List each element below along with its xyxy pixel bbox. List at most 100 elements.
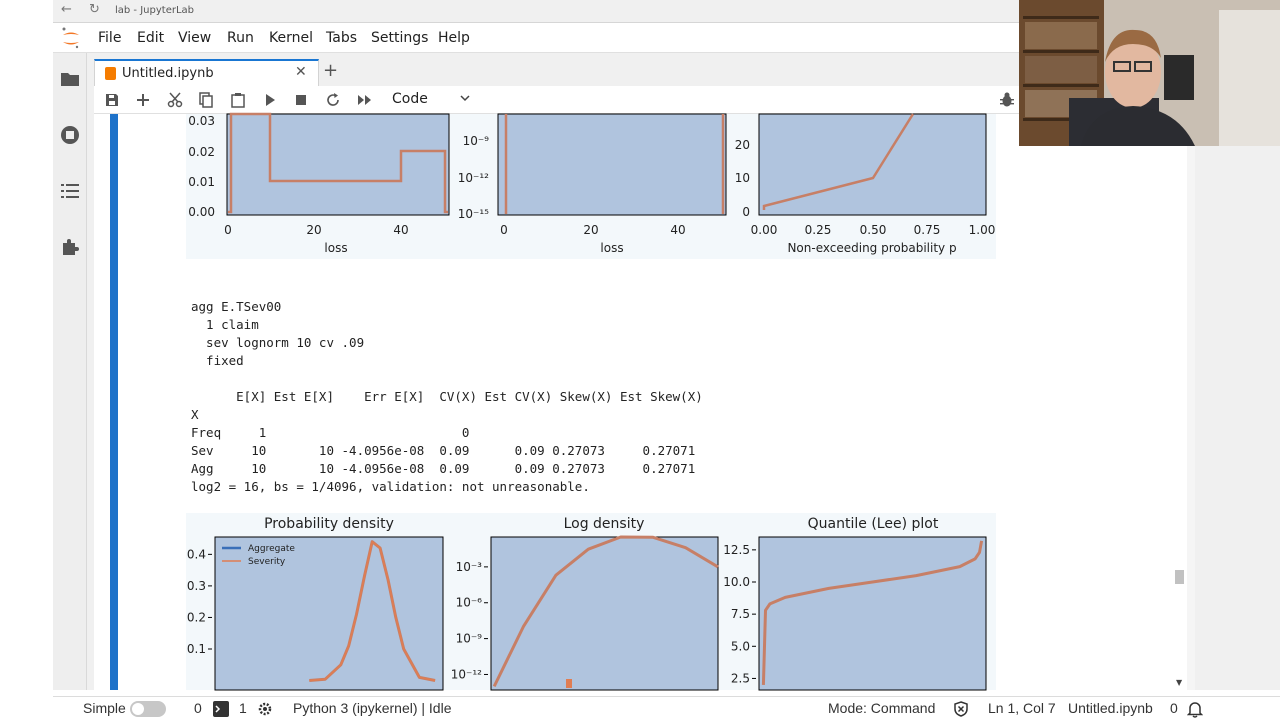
menu-settings[interactable]: Settings	[371, 30, 428, 46]
output-line: sev lognorm 10 cv .09	[191, 335, 365, 350]
run-all-icon[interactable]	[357, 92, 373, 108]
cell-text-output: agg E.TSev00 1 claim sev lognorm 10 cv .…	[191, 298, 991, 496]
panel1-ytick: 0.03	[188, 114, 215, 128]
kernel-status[interactable]: Python 3 (ipykernel) | Idle	[293, 700, 452, 716]
legend-severity-label: Severity	[248, 557, 286, 567]
notebook-mode: Mode: Command	[828, 700, 936, 716]
chart1-title: Probability density	[264, 516, 394, 532]
menu-kernel[interactable]: Kernel	[269, 30, 313, 46]
output-line: E[X] Est E[X] Err E[X] CV(X) Est CV(X) S…	[191, 389, 703, 404]
stop-icon[interactable]	[293, 92, 309, 108]
chart2-ytick: 10⁻¹²	[451, 667, 482, 681]
chart1-yticks: 0.4 0.3 0.2 0.1	[187, 547, 212, 656]
notebook-scrollbar[interactable]	[1187, 146, 1195, 690]
panel2-xlabel: loss	[600, 241, 623, 255]
close-icon[interactable]: ✕	[295, 64, 307, 80]
cell-type-select[interactable]: Code	[392, 91, 428, 107]
chart2-bar-marker	[566, 679, 572, 688]
extensions-icon[interactable]	[60, 237, 80, 257]
run-icon[interactable]	[262, 92, 278, 108]
restart-icon[interactable]	[325, 92, 341, 108]
panel1-xlabel: loss	[324, 241, 347, 255]
chart2-ytick: 10⁻³	[456, 560, 483, 574]
kernels-count[interactable]: 1	[239, 700, 247, 716]
chart1-ytick: 0.2	[187, 610, 206, 624]
chart3-ytick: 10.0	[723, 575, 750, 589]
chart3-yticks: 12.5 10.0 7.5 5.0 2.5	[723, 543, 756, 685]
window-title: lab - JupyterLab	[115, 5, 195, 16]
panel2-ytick: 10⁻¹⁵	[458, 207, 489, 221]
webcam-picture	[1019, 0, 1280, 146]
output-line: Freq 1 0	[191, 425, 470, 440]
chart2-title: Log density	[564, 516, 645, 532]
notebook-file-icon	[105, 67, 116, 80]
chart1-ytick: 0.1	[187, 642, 206, 656]
panel2-xtick: 0	[500, 223, 508, 237]
bottom-figure-svg: Probability density 0.4 0.3 0.2 0.1 Aggrega…	[187, 516, 987, 691]
table-of-contents-icon[interactable]	[60, 181, 80, 201]
bug-icon[interactable]	[1000, 92, 1014, 108]
panel2-xtick: 40	[670, 223, 685, 237]
output-line: Agg 10 10 -4.0956e-08 0.09 0.09 0.27073 …	[191, 461, 696, 476]
refresh-icon[interactable]: ↻	[89, 2, 100, 17]
kernel-gear-icon[interactable]	[257, 701, 273, 717]
back-arrow-icon[interactable]: ←	[61, 2, 72, 17]
cursor-position[interactable]: Ln 1, Col 7	[988, 700, 1056, 716]
notebook-toolbar: Code	[94, 86, 1019, 114]
output-line: X	[191, 407, 199, 422]
jupyter-logo-icon	[62, 27, 79, 49]
scrollbar-thumb[interactable]	[1175, 570, 1184, 584]
panel3-xtick: 1.00	[969, 223, 996, 237]
menu-tabs[interactable]: Tabs	[326, 30, 357, 46]
terminal-icon[interactable]	[213, 701, 229, 717]
panel3-xtick: 0.75	[914, 223, 941, 237]
add-tab-icon[interactable]: +	[323, 60, 338, 81]
chart2-ytick: 10⁻⁹	[456, 632, 483, 646]
panel2-xtick: 20	[583, 223, 598, 237]
panel1-ytick: 0.01	[188, 175, 215, 189]
output-line: agg E.TSev00	[191, 299, 282, 314]
panel1-xtick: 20	[306, 223, 321, 237]
panel3-xtick: 0.50	[860, 223, 887, 237]
panel2-ytick: 10⁻⁹	[463, 134, 490, 148]
copy-icon[interactable]	[198, 92, 214, 108]
chevron-down-icon[interactable]	[458, 91, 472, 105]
menu-run[interactable]: Run	[227, 30, 254, 46]
menu-file[interactable]: File	[98, 30, 121, 46]
trust-shield-icon[interactable]	[953, 701, 969, 717]
desktop-left-strip	[0, 0, 53, 720]
running-sessions-icon[interactable]	[60, 125, 80, 145]
chart2-ytick: 10⁻⁶	[456, 596, 483, 610]
scroll-down-arrow-icon[interactable]: ▼	[1176, 678, 1182, 687]
legend-aggregate-label: Aggregate	[248, 544, 295, 554]
simple-mode-toggle[interactable]	[130, 701, 166, 717]
menu-help[interactable]: Help	[438, 30, 470, 46]
bell-icon[interactable]	[1187, 700, 1203, 718]
paste-icon[interactable]	[230, 92, 246, 108]
chart3-ytick: 12.5	[723, 543, 750, 557]
tab-label: Untitled.ipynb	[122, 66, 214, 81]
panel3-xtick: 0.25	[805, 223, 832, 237]
add-cell-icon[interactable]	[135, 92, 151, 108]
output-line: fixed	[191, 353, 244, 368]
cut-icon[interactable]	[167, 92, 183, 108]
menu-edit[interactable]: Edit	[137, 30, 164, 46]
output-line: log2 = 16, bs = 1/4096, validation: not …	[191, 479, 590, 494]
panel1-xtick: 0	[224, 223, 232, 237]
top-figure-svg: 0.03 0.02 0.01 0.00 0 20 40 loss 10⁻⁹ 10…	[188, 112, 996, 255]
panel3-ytick: 10	[735, 171, 750, 185]
left-sidebar	[53, 53, 87, 690]
chart1-ytick: 0.3	[187, 579, 206, 593]
terminals-count[interactable]: 0	[194, 700, 202, 716]
panel1-ytick: 0.00	[188, 205, 215, 219]
tab-untitled-notebook[interactable]: Untitled.ipynb ✕	[94, 59, 319, 87]
status-bar: Simple 0 1 Python 3 (ipykernel) | Idle M…	[53, 696, 1280, 720]
output-figure-bottom: Probability density 0.4 0.3 0.2 0.1 Aggrega…	[186, 513, 996, 691]
output-line: 1 claim	[191, 317, 259, 332]
folder-icon[interactable]	[60, 69, 80, 89]
save-icon[interactable]	[104, 92, 120, 108]
menu-view[interactable]: View	[178, 30, 211, 46]
status-filename: Untitled.ipynb	[1068, 700, 1153, 716]
notifications-count[interactable]: 0	[1170, 700, 1178, 716]
chart1-ytick: 0.4	[187, 547, 206, 561]
